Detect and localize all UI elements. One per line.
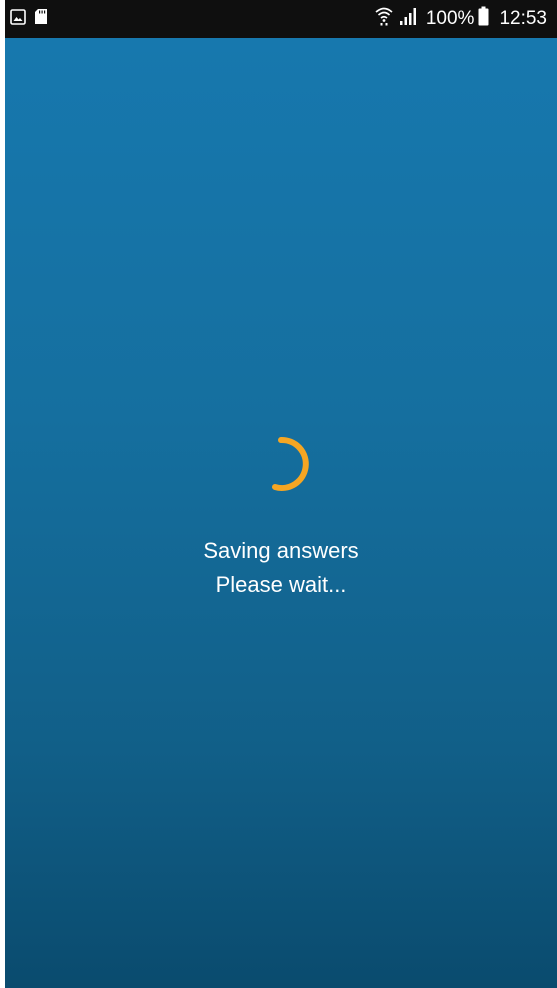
saving-answers-text: Saving answers <box>203 538 359 563</box>
please-wait-text: Please wait... <box>215 572 347 597</box>
gallery-notification-icon <box>10 8 26 30</box>
status-bar-left <box>10 8 48 30</box>
sd-card-icon <box>34 8 48 30</box>
loading-spinner-icon <box>256 432 320 496</box>
loading-screen: Saving answers Please wait... <box>5 38 557 988</box>
status-time: 12:53 <box>499 8 547 29</box>
battery-percent: 100% <box>425 8 475 29</box>
status-bar-right: 100% 12:53 <box>374 6 547 32</box>
battery-icon <box>478 6 489 32</box>
status-bar: 100% 12:53 <box>5 0 557 38</box>
app-screen: 100% 12:53 Saving answers Please wait... <box>5 0 557 988</box>
wifi-icon <box>374 6 394 32</box>
signal-icon <box>398 6 420 32</box>
